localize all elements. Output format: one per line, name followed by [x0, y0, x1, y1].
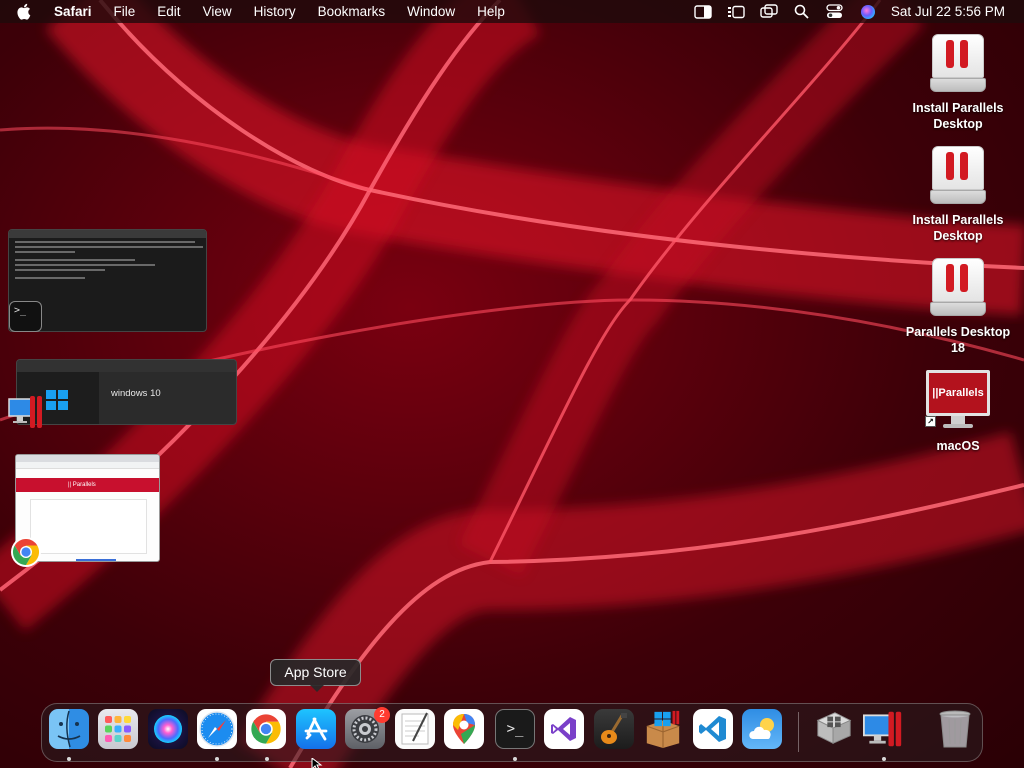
dock-item-safari[interactable] — [197, 709, 237, 749]
terminal-icon: >_ — [506, 721, 524, 737]
parallels-vm-icon: ||Parallels ↗ — [925, 370, 991, 432]
running-indicator — [882, 757, 886, 761]
desktop-icon-label: macOS — [936, 439, 980, 453]
running-indicator — [67, 757, 71, 761]
chrome-icon — [10, 536, 42, 568]
menu-file[interactable]: File — [114, 4, 136, 19]
textedit-icon — [401, 712, 429, 745]
menu-help[interactable]: Help — [477, 4, 505, 19]
finder-icon — [57, 710, 81, 748]
running-indicator — [215, 757, 219, 761]
dock-item-weather[interactable] — [742, 709, 782, 749]
desktop-icon-label: Parallels Desktop 18 — [905, 325, 1011, 355]
visual-studio-icon — [551, 717, 576, 741]
menu-clock[interactable]: Sat Jul 22 5:56 PM — [891, 4, 1005, 19]
menu-history[interactable]: History — [254, 4, 296, 19]
desktop-icon-install-parallels-2[interactable]: Install Parallels Desktop — [898, 146, 1018, 244]
dock-item-chrome[interactable] — [246, 709, 286, 749]
disk-image-icon — [930, 146, 986, 206]
sidebar-icon[interactable] — [693, 4, 713, 20]
weather-icon — [749, 718, 774, 739]
dock-item-siri[interactable] — [148, 709, 188, 749]
spotlight-search-icon[interactable] — [792, 4, 812, 20]
dock-item-boot-camp[interactable] — [814, 709, 854, 749]
garageband-icon — [601, 713, 627, 744]
google-maps-icon — [453, 714, 475, 744]
dock-separator — [798, 712, 799, 752]
dock-item-terminal[interactable]: >_ — [495, 709, 535, 749]
chrome-icon — [251, 714, 281, 744]
dock-item-garageband[interactable] — [594, 709, 634, 749]
apple-logo-icon[interactable] — [16, 0, 36, 23]
siri-icon[interactable] — [858, 4, 878, 20]
trash-icon — [939, 710, 971, 748]
dock-item-textedit[interactable] — [395, 709, 435, 749]
dock-item-app-store[interactable] — [296, 709, 336, 749]
boot-camp-icon — [816, 712, 852, 745]
parallels-banner: || Parallels — [16, 478, 159, 492]
dock-item-finder[interactable] — [49, 709, 89, 749]
desktop-icon-macos[interactable]: ||Parallels ↗ macOS — [898, 370, 1018, 454]
vscode-icon — [699, 716, 726, 742]
disk-image-icon — [930, 34, 986, 94]
desktop-icon-label: Install Parallels Desktop — [912, 213, 1004, 243]
dock-item-parallels-desktop[interactable] — [863, 709, 903, 749]
control-center-icon[interactable] — [825, 4, 845, 20]
dock-tooltip-arrow — [310, 685, 324, 692]
stage-manager-icon[interactable] — [726, 4, 746, 20]
parallels-desktop-icon — [863, 711, 902, 747]
desktop-icon-label: Install Parallels Desktop — [912, 101, 1004, 131]
terminal-icon: >_ — [9, 301, 42, 332]
menu-edit[interactable]: Edit — [157, 4, 180, 19]
vm-screen-logo: ||Parallels — [926, 370, 990, 416]
vm-name-label: windows 10 — [111, 388, 161, 399]
app-store-icon — [304, 717, 328, 741]
notification-badge: 2 — [374, 707, 390, 723]
menu-view[interactable]: View — [203, 4, 232, 19]
parallels-desktop-icon — [8, 395, 44, 429]
desktop-icon-parallels-desktop-18[interactable]: Parallels Desktop 18 — [898, 258, 1018, 356]
disk-image-icon — [930, 258, 986, 318]
running-indicator — [513, 757, 517, 761]
dock-item-google-maps[interactable] — [444, 709, 484, 749]
dock-item-visual-studio[interactable] — [544, 709, 584, 749]
menu-window[interactable]: Window — [407, 4, 455, 19]
windows-installer-icon — [646, 710, 680, 749]
desktop-icon-install-parallels-1[interactable]: Install Parallels Desktop — [898, 34, 1018, 132]
safari-icon — [199, 711, 235, 747]
launchpad-icon — [105, 716, 131, 742]
menu-bookmarks[interactable]: Bookmarks — [318, 4, 386, 19]
siri-icon — [154, 715, 182, 743]
windows-logo-icon — [46, 390, 68, 410]
menu-app-name[interactable]: Safari — [54, 4, 92, 19]
dock-item-windows-installer[interactable] — [643, 709, 683, 749]
parallels-control-center-thumbnail[interactable]: windows 10 — [16, 359, 237, 425]
dock-tooltip: App Store — [270, 659, 361, 686]
dock-item-launchpad[interactable] — [98, 709, 138, 749]
alias-arrow-icon: ↗ — [925, 416, 936, 427]
dock-item-vscode[interactable] — [693, 709, 733, 749]
running-indicator — [265, 757, 269, 761]
menu-bar: Safari File Edit View History Bookmarks … — [0, 0, 1024, 23]
dock-item-trash[interactable] — [935, 709, 975, 749]
screen-mirroring-icon[interactable] — [759, 4, 779, 20]
mouse-cursor-icon — [311, 756, 323, 768]
